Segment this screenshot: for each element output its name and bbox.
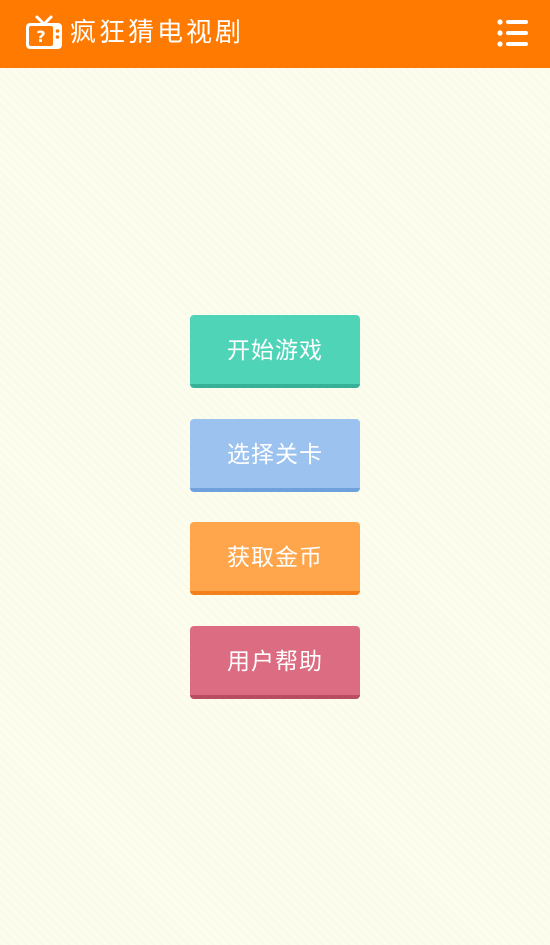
list-menu-icon[interactable] [496,17,530,49]
app-title: 疯狂猜电视剧 [70,18,245,48]
start-game-button[interactable]: 开始游戏 [190,315,360,388]
tv-question-icon: ? [25,14,63,50]
get-coins-button[interactable]: 获取金币 [190,522,360,595]
app-header: ? 疯狂猜电视剧 [0,0,550,68]
svg-text:?: ? [36,27,45,46]
user-help-button[interactable]: 用户帮助 [190,626,360,699]
select-level-button[interactable]: 选择关卡 [190,419,360,492]
